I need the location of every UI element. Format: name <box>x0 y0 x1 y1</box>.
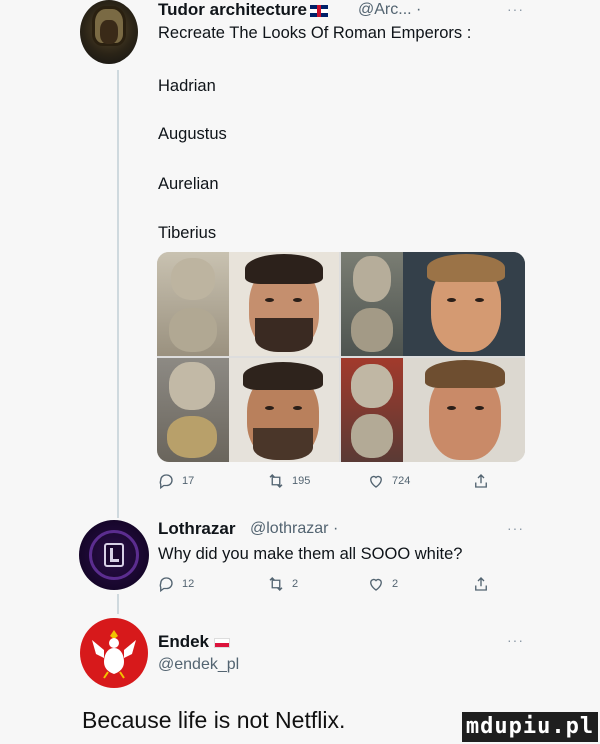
bust-image <box>157 252 229 356</box>
recreated-face-image <box>229 358 339 462</box>
bust-image <box>157 358 229 462</box>
like-button[interactable]: 2 <box>367 575 472 593</box>
author-name-text: Tudor architecture <box>158 0 307 19</box>
author-name-text: Endek <box>158 632 210 651</box>
recreated-face-image <box>229 252 339 356</box>
avatar-tudor-architecture[interactable] <box>80 0 138 64</box>
thread-line-1 <box>117 70 119 518</box>
white-eagle-icon <box>92 630 136 679</box>
tweet-media-grid[interactable] <box>157 252 525 462</box>
reply-button[interactable]: 12 <box>157 575 267 593</box>
like-count: 724 <box>392 475 411 487</box>
bust-image <box>341 252 403 356</box>
face-shape <box>100 20 118 44</box>
share-icon <box>475 577 487 591</box>
more-options-icon[interactable]: ··· <box>507 632 524 648</box>
reply-count: 12 <box>182 578 195 590</box>
thread-line-2 <box>117 594 119 614</box>
tweet2-actions: 12 2 2 <box>157 575 517 593</box>
more-options-icon[interactable]: ··· <box>507 1 524 17</box>
retweet-icon <box>269 474 283 488</box>
more-options-icon[interactable]: ··· <box>507 520 524 536</box>
reply-count: 17 <box>182 475 195 487</box>
reply-icon <box>159 577 173 593</box>
tweet-text-line-1: Recreate The Looks Of Roman Emperors : <box>158 24 472 42</box>
avatar-lothrazar[interactable] <box>79 520 149 590</box>
like-count: 2 <box>392 578 399 590</box>
media-panel-hadrian[interactable] <box>157 252 339 356</box>
author-handle-lothrazar[interactable]: @lothrazar · <box>250 520 338 538</box>
like-button[interactable]: 724 <box>367 472 472 490</box>
recreated-face-image <box>403 358 525 462</box>
share-icon <box>475 474 487 488</box>
media-panel-aurelian[interactable] <box>157 358 339 462</box>
author-handle-tudor[interactable]: @Arc... · <box>358 1 421 19</box>
watermark-logo: mdupiu.pl <box>462 712 598 742</box>
bust-image <box>341 358 403 462</box>
like-icon <box>370 578 382 591</box>
uk-flag-icon <box>309 4 328 17</box>
poland-flag-icon <box>214 637 231 648</box>
author-name-endek[interactable]: Endek <box>158 632 231 652</box>
retweet-button[interactable]: 195 <box>267 472 367 490</box>
retweet-count: 2 <box>292 578 299 590</box>
avatar-endek[interactable] <box>80 618 148 688</box>
like-icon <box>370 475 382 488</box>
tweet-text-line-aurelian: Aurelian <box>158 175 219 193</box>
tweet-text-line-augustus: Augustus <box>158 125 227 143</box>
share-button[interactable] <box>472 575 497 593</box>
retweet-icon <box>269 577 283 591</box>
tweet1-actions: 17 195 724 <box>157 472 517 490</box>
reply-icon <box>159 474 173 490</box>
retweet-button[interactable]: 2 <box>267 575 367 593</box>
reply-button[interactable]: 17 <box>157 472 267 490</box>
media-panel-tiberius[interactable] <box>341 358 525 462</box>
l-logo-icon <box>104 543 124 567</box>
media-panel-augustus[interactable] <box>341 252 525 356</box>
retweet-count: 195 <box>292 475 311 487</box>
tweet-text-line-tiberius: Tiberius <box>158 224 217 242</box>
tweet-text-line-hadrian: Hadrian <box>158 77 216 95</box>
share-button[interactable] <box>472 472 497 490</box>
author-name-tudor[interactable]: Tudor architecture <box>158 0 328 20</box>
tweet2-text: Why did you make them all SOOO white? <box>158 545 463 563</box>
author-handle-endek[interactable]: @endek_pl <box>158 656 239 674</box>
meme-caption: Because life is not Netflix. <box>82 707 346 733</box>
author-name-lothrazar[interactable]: Lothrazar <box>158 519 235 539</box>
recreated-face-image <box>403 252 525 356</box>
